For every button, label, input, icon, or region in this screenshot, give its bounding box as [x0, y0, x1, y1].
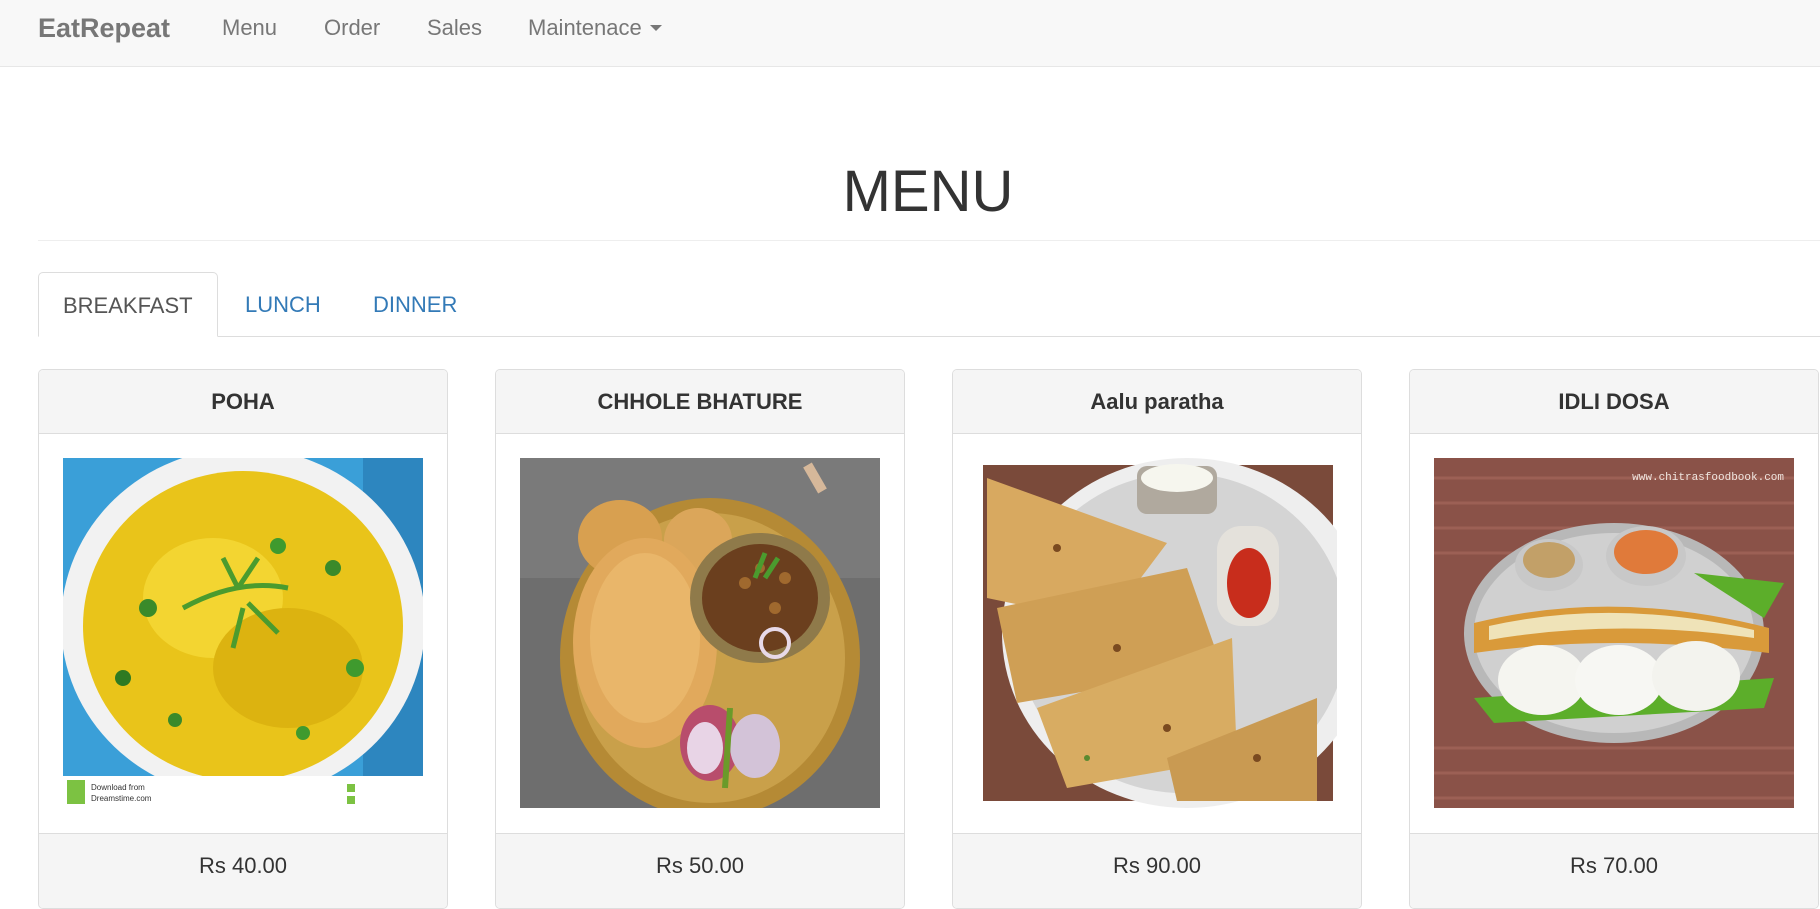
menu-card-price: Rs 50.00: [496, 833, 904, 908]
nav-item-sales[interactable]: Sales: [427, 14, 482, 42]
nav-item-maintenace-label: Maintenace: [528, 15, 642, 40]
menu-card-title: CHHOLE BHATURE: [496, 370, 904, 434]
menu-card-aalu-paratha[interactable]: Aalu paratha Rs 90.00: [952, 369, 1362, 909]
nav-item-menu[interactable]: Menu: [222, 14, 277, 42]
tab-breakfast[interactable]: BREAKFAST: [38, 272, 218, 337]
menu-card-idli-dosa[interactable]: IDLI DOSA www.chitrasfoodbook.com Rs 70.…: [1409, 369, 1819, 909]
aalu-paratha-photo-icon: [977, 458, 1337, 808]
page-title: MENU: [842, 159, 1014, 224]
svg-text:Dreamstime.com: Dreamstime.com: [91, 794, 152, 803]
menu-card-title: POHA: [39, 370, 447, 434]
menu-card-poha[interactable]: POHA Download from Dreamstime.com Rs 40.…: [38, 369, 448, 909]
chhole-bhature-photo-icon: [520, 458, 880, 808]
caret-down-icon: [649, 25, 662, 32]
nav-item-maintenace-dropdown[interactable]: Maintenace: [528, 14, 662, 42]
tab-dinner[interactable]: DINNER: [373, 272, 457, 337]
menu-card-chhole-bhature[interactable]: CHHOLE BHATURE Rs 50.00: [495, 369, 905, 909]
brand-logo[interactable]: EatRepeat: [38, 12, 170, 44]
idli-dosa-photo-icon: www.chitrasfoodbook.com: [1434, 458, 1794, 808]
menu-card-price: Rs 90.00: [953, 833, 1361, 908]
menu-card-price: Rs 40.00: [39, 833, 447, 908]
nav-item-order[interactable]: Order: [324, 14, 380, 42]
svg-text:Download from: Download from: [91, 783, 145, 792]
menu-card-title: IDLI DOSA: [1410, 370, 1818, 434]
menu-card-title: Aalu paratha: [953, 370, 1361, 434]
tab-lunch[interactable]: LUNCH: [245, 272, 321, 337]
svg-text:www.chitrasfoodbook.com: www.chitrasfoodbook.com: [1632, 472, 1784, 484]
menu-card-price: Rs 70.00: [1410, 833, 1818, 908]
poha-photo-icon: Download from Dreamstime.com: [63, 458, 423, 808]
title-divider: [38, 240, 1820, 241]
navbar: EatRepeat Menu Order Sales Maintenace: [0, 0, 1820, 67]
